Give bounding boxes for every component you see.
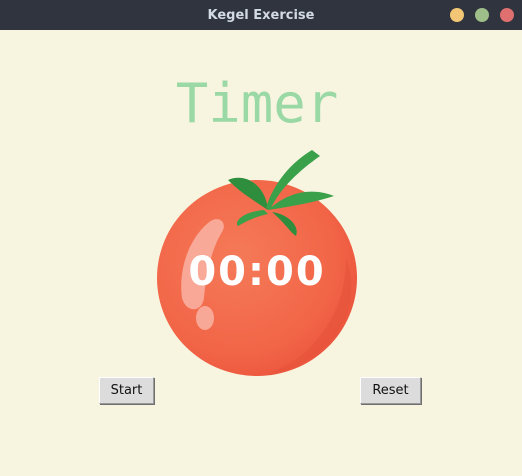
app-window: Kegel Exercise Timer 00:00 Start Reset: [0, 0, 522, 476]
window-title: Kegel Exercise: [207, 7, 315, 23]
title-bar: Kegel Exercise: [0, 0, 522, 30]
timer-heading: Timer: [175, 72, 339, 135]
close-button[interactable]: [500, 8, 514, 22]
tomato-highlight-dot: [196, 306, 214, 330]
maximize-button[interactable]: [475, 8, 489, 22]
reset-button[interactable]: Reset: [360, 377, 421, 404]
start-button[interactable]: Start: [99, 377, 154, 404]
minimize-button[interactable]: [450, 8, 464, 22]
time-display: 00:00: [188, 249, 326, 295]
window-controls: [450, 8, 514, 22]
